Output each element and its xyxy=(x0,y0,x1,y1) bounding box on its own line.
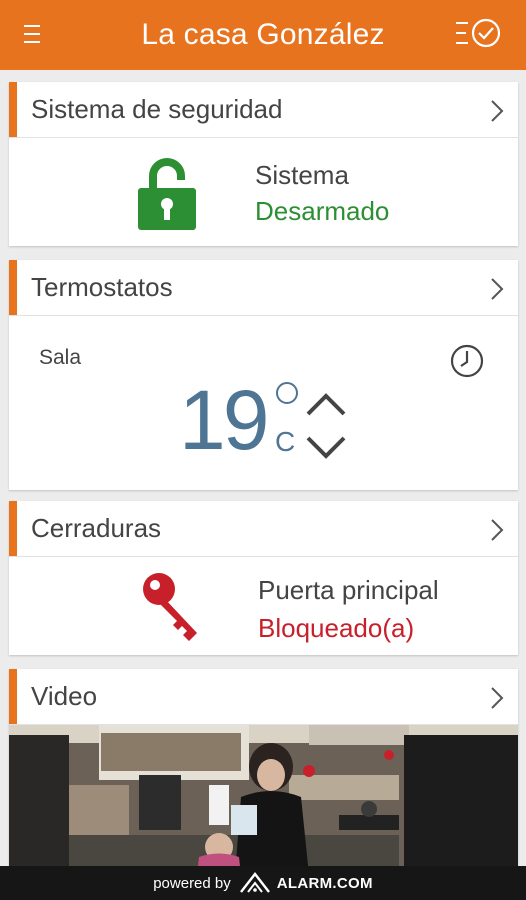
video-thumbnail[interactable] xyxy=(9,725,518,875)
thermostat-card-title: Termostatos xyxy=(31,272,173,302)
page-title: La casa González xyxy=(141,18,385,51)
history-clock-icon xyxy=(456,18,501,48)
security-card: Sistema de seguridad Sistema Desarmado xyxy=(9,82,518,246)
powered-by-footer: powered by ALARM.COM xyxy=(0,866,526,900)
security-card-header[interactable]: Sistema de seguridad xyxy=(9,82,518,138)
locks-card: Cerraduras Puerta principal Bloqueado(a) xyxy=(9,501,518,655)
video-card-title: Video xyxy=(31,681,98,711)
security-card-title: Sistema de seguridad xyxy=(31,94,283,124)
unlocked-padlock-icon xyxy=(138,158,196,230)
lock-status-value: Bloqueado(a) xyxy=(258,613,415,643)
powered-by-label: powered by xyxy=(153,874,231,892)
menu-button[interactable] xyxy=(20,22,46,46)
locks-card-body[interactable]: Puerta principal Bloqueado(a) xyxy=(9,557,518,655)
schedule-clock-icon[interactable] xyxy=(450,344,484,378)
temperature-value: 19 xyxy=(179,373,269,467)
app-header: La casa González xyxy=(0,0,526,70)
thermostat-card-header[interactable]: Termostatos xyxy=(9,260,518,316)
thermostat-room-label: Sala xyxy=(39,346,82,369)
security-card-body[interactable]: Sistema Desarmado xyxy=(9,138,518,246)
lock-name-label: Puerta principal xyxy=(258,575,439,605)
kitchen-camera-image xyxy=(9,725,518,875)
key-icon xyxy=(143,573,197,641)
alarm-com-logo-icon xyxy=(239,872,270,893)
thermostat-card: Termostatos Sala 19 C xyxy=(9,260,518,490)
alarm-com-brand: ALARM.COM xyxy=(276,874,373,892)
security-system-label: Sistema xyxy=(255,160,349,190)
hamburger-menu-icon xyxy=(24,25,40,43)
chevron-right-icon xyxy=(491,278,504,300)
temperature-down-icon[interactable] xyxy=(305,434,347,462)
degree-symbol xyxy=(276,382,298,404)
chevron-right-icon xyxy=(491,100,504,122)
temperature-up-icon[interactable] xyxy=(305,390,347,418)
video-card-header[interactable]: Video xyxy=(9,669,518,725)
temperature-unit: C xyxy=(275,426,296,457)
thermostat-card-body: Sala 19 C xyxy=(9,316,518,490)
chevron-right-icon xyxy=(491,519,504,541)
history-button[interactable] xyxy=(454,16,504,52)
locks-card-header[interactable]: Cerraduras xyxy=(9,501,518,557)
security-status-value: Desarmado xyxy=(255,196,390,226)
locks-card-title: Cerraduras xyxy=(31,513,162,543)
video-card: Video xyxy=(9,669,518,875)
chevron-right-icon xyxy=(491,687,504,709)
